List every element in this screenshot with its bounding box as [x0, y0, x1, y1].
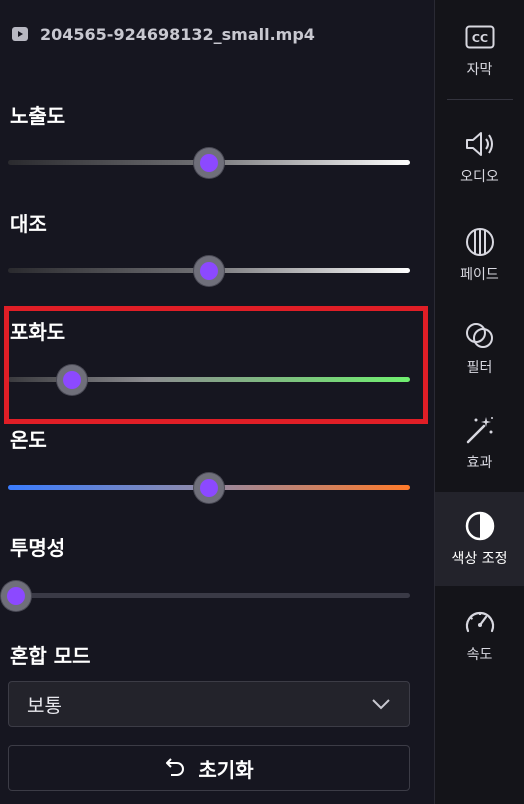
rail-divider: [447, 99, 513, 100]
rail-item-audio[interactable]: 오디오: [435, 112, 524, 202]
rail-item-fade-label: 페이드: [460, 267, 499, 283]
chevron-down-icon: [371, 694, 391, 714]
magic-wand-icon: [464, 414, 496, 446]
rail-item-filter-label: 필터: [466, 360, 493, 376]
opacity-track[interactable]: [8, 593, 410, 598]
undo-icon: [164, 755, 186, 781]
contrast-thumb[interactable]: [194, 256, 224, 286]
fade-icon: [464, 226, 496, 258]
rail-item-color-adjust-label: 색상 조정: [451, 551, 508, 567]
rail-item-filter[interactable]: 필터: [435, 303, 524, 393]
rail-item-speed[interactable]: 속도: [435, 590, 524, 680]
temperature-label: 온도: [10, 428, 47, 452]
rail-item-captions[interactable]: CC 자막: [435, 5, 524, 95]
color-adjust-panel: 204565-924698132_small.mp4 노출도 대조 포화도 온도…: [0, 0, 434, 804]
exposure-thumb[interactable]: [194, 148, 224, 178]
rail-item-effects[interactable]: 효과: [435, 398, 524, 488]
speedometer-icon: [464, 606, 496, 638]
temperature-thumb[interactable]: [194, 473, 224, 503]
tool-rail: CC 자막 오디오 페이드 필터 효과 색상 조정 속도: [434, 0, 524, 804]
opacity-slider[interactable]: [1, 581, 410, 611]
exposure-slider[interactable]: [8, 148, 410, 178]
contrast-slider[interactable]: [8, 256, 410, 286]
filter-icon: [464, 319, 496, 351]
exposure-label: 노출도: [10, 104, 66, 128]
file-header: 204565-924698132_small.mp4: [10, 22, 315, 46]
file-name: 204565-924698132_small.mp4: [40, 24, 315, 44]
rail-item-fade[interactable]: 페이드: [435, 210, 524, 300]
reset-label: 초기화: [198, 757, 254, 782]
contrast-label: 대조: [10, 212, 47, 236]
rail-item-speed-label: 속도: [466, 647, 493, 663]
rail-item-effects-label: 효과: [466, 455, 493, 471]
saturation-highlight-box: [4, 306, 428, 424]
opacity-thumb[interactable]: [1, 581, 32, 611]
rail-item-color-adjust[interactable]: 색상 조정: [435, 492, 524, 586]
reset-button[interactable]: 초기화: [8, 745, 410, 791]
captions-icon: CC: [464, 21, 496, 53]
color-adjust-icon: [464, 510, 496, 542]
rail-item-captions-label: 자막: [466, 62, 493, 78]
blend-mode-label: 혼합 모드: [10, 644, 91, 668]
opacity-label: 투명성: [10, 536, 66, 560]
video-file-icon: [10, 24, 30, 44]
blend-mode-value: 보통: [27, 694, 62, 717]
rail-item-audio-label: 오디오: [460, 169, 499, 185]
speaker-icon: [464, 128, 496, 160]
svg-text:CC: CC: [471, 32, 487, 45]
temperature-slider[interactable]: [8, 473, 410, 503]
blend-mode-select[interactable]: 보통: [8, 681, 410, 727]
